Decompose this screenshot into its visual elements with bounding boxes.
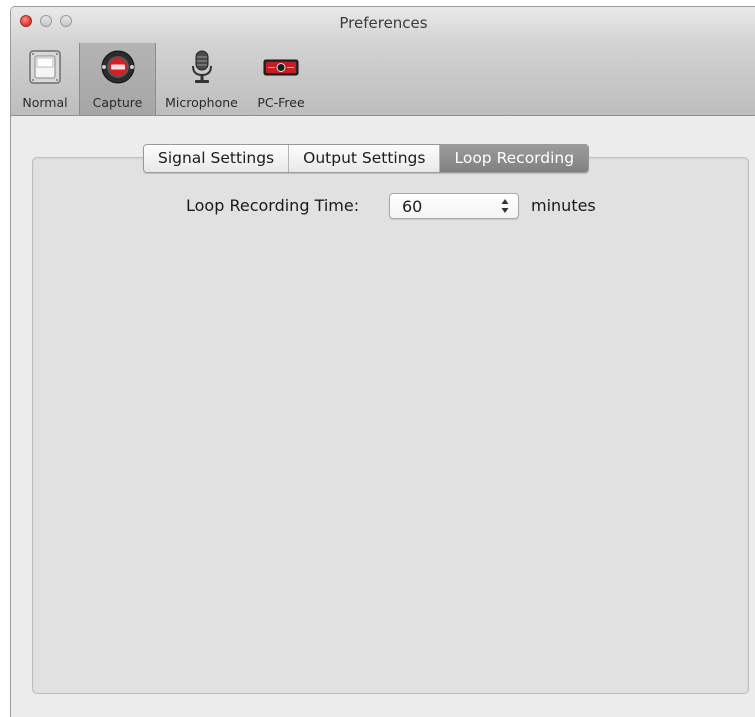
toolbar-item-label: PC-Free [257, 95, 305, 110]
toolbar-item-pc-free[interactable]: PC-Free [249, 43, 313, 115]
toolbar-item-normal[interactable]: Normal [11, 43, 79, 115]
microphone-icon [184, 49, 220, 85]
window-title: Preferences [339, 14, 428, 32]
tab-signal-settings[interactable]: Signal Settings [144, 145, 290, 172]
toolbar-item-label: Capture [92, 95, 143, 110]
loop-recording-time-stepper[interactable]: 60 [389, 193, 519, 219]
loop-recording-time-label: Loop Recording Time: [186, 196, 360, 215]
toolbar-item-label: Microphone [165, 95, 238, 110]
capture-device-icon [263, 49, 299, 85]
minutes-unit-label: minutes [531, 196, 596, 215]
titlebar: Preferences Normal Capture Microphone PC… [11, 7, 755, 116]
toolbar-item-capture[interactable]: Capture [79, 43, 156, 115]
record-button-icon [100, 49, 136, 85]
preferences-window: Preferences Normal Capture Microphone PC… [10, 6, 755, 717]
toolbar-item-microphone[interactable]: Microphone [154, 43, 249, 115]
toolbar-item-label: Normal [22, 95, 68, 110]
tab-output-settings[interactable]: Output Settings [289, 145, 441, 172]
loop-recording-time-value: 60 [402, 197, 423, 216]
tab-content-panel [32, 157, 749, 694]
stepper-arrows-icon[interactable] [501, 198, 509, 218]
switch-icon [27, 49, 63, 85]
tab-bar: Signal Settings Output Settings Loop Rec… [143, 144, 590, 173]
tab-loop-recording[interactable]: Loop Recording [440, 145, 589, 172]
